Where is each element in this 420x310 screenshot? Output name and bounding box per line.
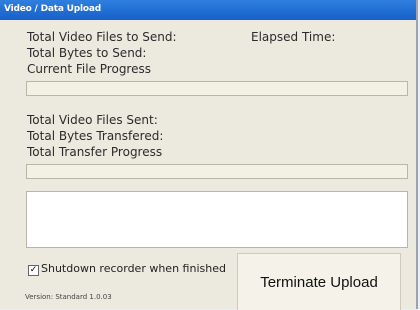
elapsed-time-label: Elapsed Time:	[251, 30, 336, 44]
terminate-upload-button[interactable]: Terminate Upload	[237, 253, 401, 310]
total-files-sent-label: Total Video Files Sent:	[27, 113, 158, 127]
total-transfer-progress-bar	[26, 164, 408, 179]
window-title: Video / Data Upload	[4, 4, 101, 14]
total-bytes-transferred-label: Total Bytes Transfered:	[27, 129, 164, 143]
version-label: Version: Standard 1.0.03	[25, 293, 112, 301]
current-file-progress-label: Current File Progress	[27, 62, 151, 76]
shutdown-checkbox-label[interactable]: Shutdown recorder when finished	[41, 262, 226, 275]
total-files-to-send-label: Total Video Files to Send:	[27, 30, 177, 44]
checkmark-icon: ✓	[29, 265, 38, 275]
shutdown-checkbox[interactable]: ✓	[28, 265, 39, 276]
title-bar: Video / Data Upload	[0, 0, 416, 20]
upload-log-box[interactable]	[26, 191, 408, 248]
total-transfer-progress-label: Total Transfer Progress	[27, 145, 163, 159]
upload-window: Video / Data Upload Total Video Files to…	[0, 0, 418, 310]
current-file-progress-bar	[26, 81, 408, 96]
total-bytes-to-send-label: Total Bytes to Send:	[27, 46, 147, 60]
